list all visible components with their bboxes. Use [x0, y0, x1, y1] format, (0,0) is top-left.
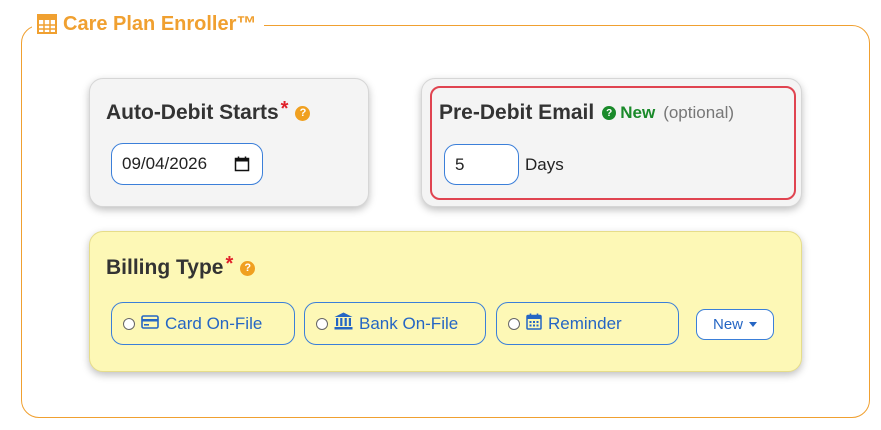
new-dropdown-button[interactable]: New [696, 309, 774, 340]
calendar-icon [526, 313, 542, 335]
pre-debit-email-card: Pre-Debit Email ? New (optional) 5 Days [421, 78, 802, 207]
billing-option-bank-on-file[interactable]: Bank On-File [304, 302, 486, 345]
help-icon[interactable]: ? [295, 105, 311, 121]
radio-button[interactable] [508, 317, 520, 330]
option-label: Card On-File [165, 313, 263, 333]
panel-legend: Care Plan Enroller™ [32, 11, 265, 37]
auto-debit-date-input[interactable]: 09/04/2026 [111, 143, 263, 185]
days-label: Days [525, 155, 564, 174]
auto-debit-card: Auto-Debit Starts * ? 09/04/2026 [89, 78, 369, 207]
radio-button[interactable] [123, 317, 135, 330]
table-grid-icon [37, 14, 57, 34]
required-asterisk: * [225, 252, 234, 275]
billing-option-reminder[interactable]: Reminder [496, 302, 679, 345]
new-badge: ? New [602, 103, 655, 123]
question-circle-icon[interactable]: ? [602, 106, 617, 120]
caret-down-icon [749, 322, 757, 327]
billing-option-card-on-file[interactable]: Card On-File [111, 302, 295, 345]
panel-title: Care Plan Enroller™ [63, 12, 257, 35]
bank-icon [334, 312, 353, 335]
billing-type-title: Billing Type * ? [106, 252, 256, 280]
pre-debit-title: Pre-Debit Email ? New (optional) [439, 101, 735, 124]
required-asterisk: * [280, 97, 289, 120]
option-label: Reminder [548, 313, 622, 333]
days-input[interactable]: 5 [444, 144, 519, 185]
help-icon[interactable]: ? [240, 260, 256, 276]
auto-debit-title: Auto-Debit Starts * ? [106, 97, 311, 125]
radio-button[interactable] [316, 317, 328, 330]
optional-label: (optional) [663, 103, 735, 122]
credit-card-icon [141, 314, 159, 334]
billing-type-card: Billing Type * ? Card On-File Bank On-Fi… [89, 231, 802, 372]
option-label: Bank On-File [359, 313, 459, 333]
calendar-picker-icon[interactable] [234, 156, 250, 177]
